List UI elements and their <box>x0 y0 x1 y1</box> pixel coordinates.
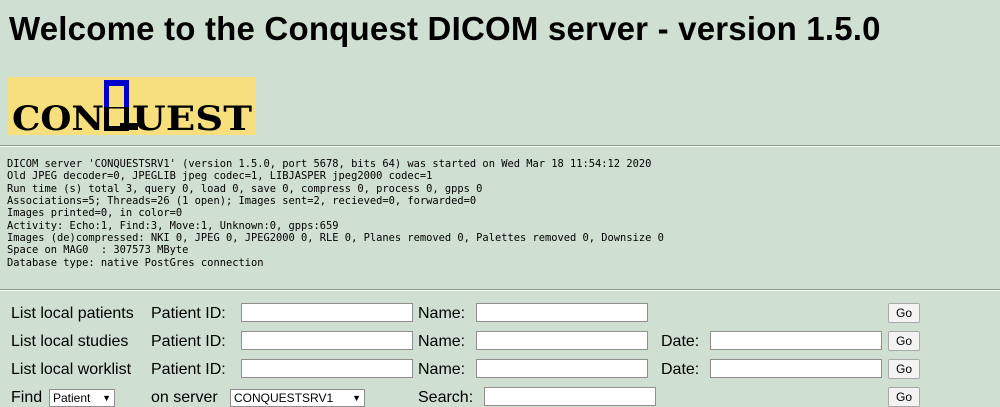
list-worklist-label: List local worklist <box>11 361 132 378</box>
page-title: Welcome to the Conquest DICOM server - v… <box>9 10 881 47</box>
name-label: Name: <box>418 305 466 322</box>
patients-patient-id-input[interactable] <box>241 303 413 322</box>
status-line: Associations=5; Threads=26 (1 open); Ima… <box>7 195 477 208</box>
list-studies-label: List local studies <box>11 333 129 350</box>
list-patients-label: List local patients <box>11 305 134 322</box>
status-line: Run time (s) total 3, query 0, load 0, s… <box>7 182 483 195</box>
server-value: CONQUESTSRV1 <box>234 391 334 405</box>
status-line: Database type: native PostGres connectio… <box>7 256 264 269</box>
server-status: DICOM server 'CONQUESTSRV1' (version 1.5… <box>7 158 664 269</box>
name-label: Name: <box>418 333 466 350</box>
patient-id-label: Patient ID: <box>151 333 226 350</box>
status-line: Images printed=0, in color=0 <box>7 207 183 220</box>
find-go-button[interactable]: Go <box>888 387 920 407</box>
studies-date-input[interactable] <box>710 331 882 350</box>
find-level-select[interactable]: Patient ▼ <box>49 389 115 407</box>
divider-bottom <box>0 289 1000 291</box>
studies-name-input[interactable] <box>476 331 648 350</box>
worklist-date-input[interactable] <box>710 359 882 378</box>
svg-text:CON: CON <box>12 99 104 135</box>
status-line: Old JPEG decoder=0, JPEGLIB jpeg codec=1… <box>7 170 433 183</box>
find-form: Find Patient ▼ on server CONQUESTSRV1 ▼ … <box>0 386 1000 407</box>
status-line: Space on MAG0 : 307573 MByte <box>7 244 189 257</box>
worklist-name-input[interactable] <box>476 359 648 378</box>
patients-go-button[interactable]: Go <box>888 303 920 323</box>
date-label: Date: <box>661 361 700 378</box>
worklist-patient-id-input[interactable] <box>241 359 413 378</box>
search-label: Search: <box>418 389 474 406</box>
conquest-logo: CON UEST <box>8 77 256 135</box>
patient-id-label: Patient ID: <box>151 361 226 378</box>
chevron-down-icon: ▼ <box>352 393 361 403</box>
list-worklist-form: List local worklist Patient ID: Name: Da… <box>0 358 1000 382</box>
divider-top <box>0 145 1000 147</box>
patient-id-label: Patient ID: <box>151 305 226 322</box>
find-level-value: Patient <box>53 391 91 405</box>
date-label: Date: <box>661 333 700 350</box>
on-server-label: on server <box>151 389 218 406</box>
list-studies-form: List local studies Patient ID: Name: Dat… <box>0 330 1000 354</box>
studies-patient-id-input[interactable] <box>241 331 413 350</box>
svg-text:UEST: UEST <box>132 99 252 135</box>
list-patients-form: List local patients Patient ID: Name: Go <box>0 302 1000 326</box>
status-line: Activity: Echo:1, Find:3, Move:1, Unknow… <box>7 219 339 232</box>
status-line: Images (de)compressed: NKI 0, JPEG 0, JP… <box>7 232 664 245</box>
status-line: DICOM server 'CONQUESTSRV1' (version 1.5… <box>7 158 652 170</box>
chevron-down-icon: ▼ <box>102 393 111 403</box>
studies-go-button[interactable]: Go <box>888 331 920 351</box>
find-label: Find <box>11 389 43 406</box>
server-select[interactable]: CONQUESTSRV1 ▼ <box>230 389 365 407</box>
search-input[interactable] <box>484 387 656 406</box>
worklist-go-button[interactable]: Go <box>888 359 920 379</box>
patients-name-input[interactable] <box>476 303 648 322</box>
name-label: Name: <box>418 361 466 378</box>
